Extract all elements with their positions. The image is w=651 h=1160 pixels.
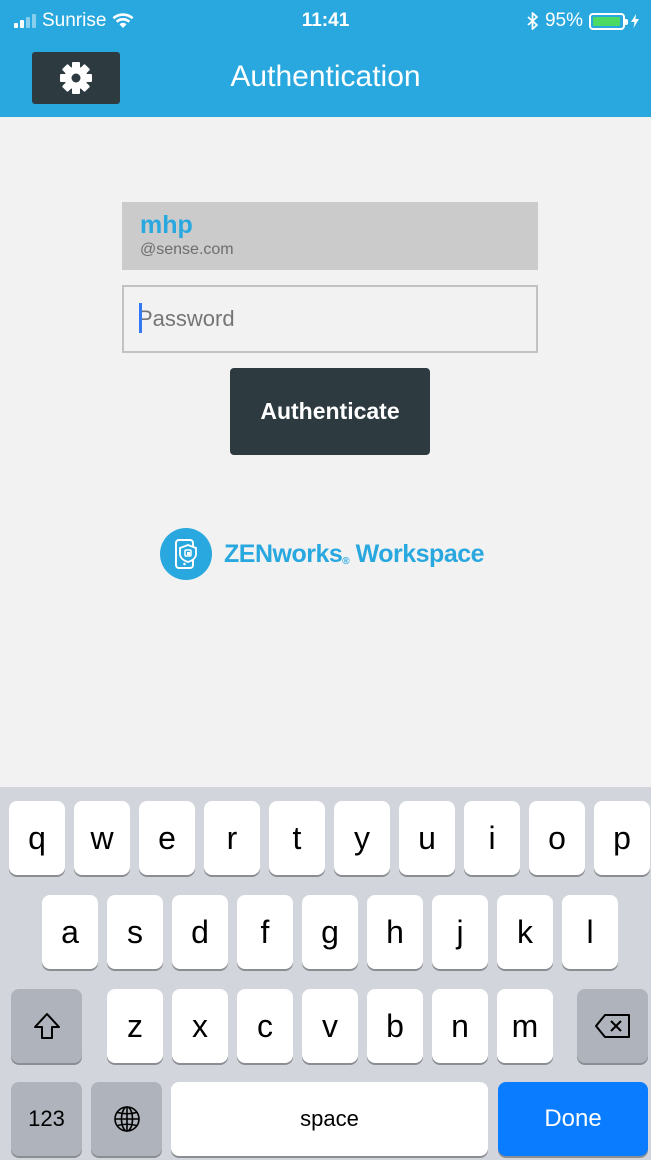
globe-icon [113,1106,140,1132]
charging-icon [631,14,639,28]
shift-key[interactable] [11,989,82,1063]
brand-name-zenworks: ZENworks [224,539,343,568]
keyboard: qwertyuiop asdfghjkl zxcvbnm 123 space D… [0,787,651,1160]
page-title: Authentication [230,60,421,93]
key-l[interactable]: l [562,895,618,969]
key-s[interactable]: s [107,895,163,969]
brand-name-workspace: Workspace [355,539,485,568]
key-k[interactable]: k [497,895,553,969]
key-h[interactable]: h [367,895,423,969]
key-j[interactable]: j [432,895,488,969]
key-q[interactable]: q [9,801,65,875]
top-bar: Sunrise 11:41 95% Authentication [0,0,651,117]
key-d[interactable]: d [172,895,228,969]
key-n[interactable]: n [432,989,488,1063]
key-o[interactable]: o [529,801,585,875]
brand-logo: ZENworks® Workspace [160,528,485,580]
done-key[interactable]: Done [498,1082,648,1156]
authenticate-button[interactable]: Authenticate [230,368,430,455]
delete-key[interactable] [577,989,648,1063]
shift-icon [33,1013,60,1039]
user-account-box[interactable]: mhp @sense.com [122,202,538,270]
key-u[interactable]: u [399,801,455,875]
key-t[interactable]: t [269,801,325,875]
key-x[interactable]: x [172,989,228,1063]
username-label: mhp [140,211,193,239]
password-field[interactable] [122,285,538,353]
key-y[interactable]: y [334,801,390,875]
globe-key[interactable] [91,1082,162,1156]
key-g[interactable]: g [302,895,358,969]
numbers-key[interactable]: 123 [11,1082,82,1156]
zenworks-logo-icon [160,528,212,580]
key-c[interactable]: c [237,989,293,1063]
key-f[interactable]: f [237,895,293,969]
key-m[interactable]: m [497,989,553,1063]
user-domain-label: @sense.com [140,241,234,258]
key-v[interactable]: v [302,989,358,1063]
backspace-icon [594,1014,630,1038]
key-e[interactable]: e [139,801,195,875]
key-p[interactable]: p [594,801,650,875]
key-z[interactable]: z [107,989,163,1063]
key-r[interactable]: r [204,801,260,875]
key-i[interactable]: i [464,801,520,875]
battery-percent: 95% [544,10,583,31]
battery-icon [589,12,628,30]
key-b[interactable]: b [367,989,423,1063]
space-key[interactable]: space [171,1082,488,1156]
bluetooth-icon [527,12,538,30]
key-w[interactable]: w [74,801,130,875]
text-cursor [139,303,142,333]
status-bar: Sunrise 11:41 95% [0,0,651,44]
key-a[interactable]: a [42,895,98,969]
